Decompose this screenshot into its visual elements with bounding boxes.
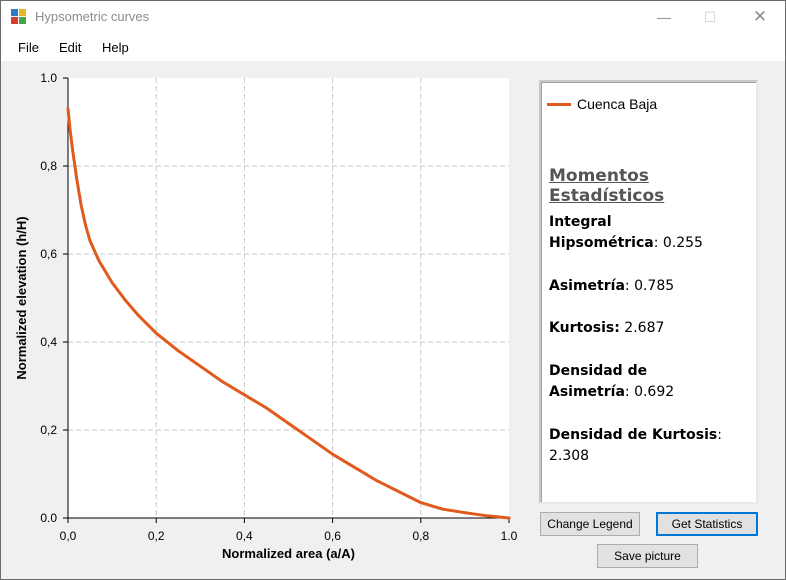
- stat-asimetria: Asimetría: 0.785: [549, 278, 675, 294]
- menu-help[interactable]: Help: [102, 40, 129, 55]
- close-button[interactable]: ✕: [737, 1, 783, 33]
- y-tick-label: 0,8: [40, 159, 57, 173]
- legend-label: Cuenca Baja: [577, 96, 658, 112]
- x-tick-label: 0,4: [236, 529, 253, 543]
- menu-bar: File Edit Help: [1, 33, 785, 61]
- title-bar: Hypsometric curves — ☐ ✕: [1, 1, 785, 33]
- x-tick-label: 1.0: [501, 529, 518, 543]
- change-legend-button[interactable]: Change Legend: [540, 512, 640, 536]
- x-tick-label: 0,0: [60, 529, 77, 543]
- window-title: Hypsometric curves: [35, 9, 150, 24]
- legend-line-swatch: [547, 103, 571, 106]
- app-window: Hypsometric curves — ☐ ✕ File Edit Help …: [0, 0, 786, 580]
- y-tick-label: 0,6: [40, 247, 57, 261]
- stat-kurtosis: Kurtosis: 2.687: [549, 320, 665, 336]
- chart-grid: [68, 78, 509, 518]
- menu-edit[interactable]: Edit: [59, 40, 81, 55]
- x-tick-label: 0,6: [324, 529, 341, 543]
- get-statistics-button[interactable]: Get Statistics: [656, 512, 758, 536]
- y-tick-label: 0.0: [40, 511, 57, 525]
- menu-file[interactable]: File: [18, 40, 39, 55]
- x-tick-label: 0,2: [148, 529, 165, 543]
- maximize-button[interactable]: ☐: [687, 1, 733, 33]
- legend-statistics-panel: Cuenca Baja Momentos Estadísticos Integr…: [539, 80, 758, 504]
- stat-densidad-asimetria: Densidad de Asimetría: 0.692: [549, 363, 675, 400]
- stat-densidad-kurtosis: Densidad de Kurtosis: 2.308: [549, 427, 722, 464]
- plot-area: [68, 78, 509, 518]
- y-tick-label: 0,2: [40, 423, 57, 437]
- minimize-button[interactable]: —: [641, 1, 687, 33]
- stat-integral-hipsometrica: Integral Hipsométrica: 0.255: [549, 214, 703, 251]
- x-tick-label: 0,8: [412, 529, 429, 543]
- y-axis-label: Normalized elevation (h/H): [14, 216, 29, 379]
- save-picture-button[interactable]: Save picture: [597, 544, 698, 568]
- x-axis-label: Normalized area (a/A): [222, 546, 355, 561]
- hypsometric-chart: 0,0 0,2 0,4 0,6 0,8 1.0 0.0 0,2 0,4 0,6 0,8 1.0 Nor…: [14, 71, 518, 561]
- y-tick-label: 0,4: [40, 335, 57, 349]
- y-tick-label: 1.0: [40, 71, 57, 85]
- statistics-title: Momentos Estadísticos: [549, 166, 665, 206]
- app-icon: [11, 9, 27, 25]
